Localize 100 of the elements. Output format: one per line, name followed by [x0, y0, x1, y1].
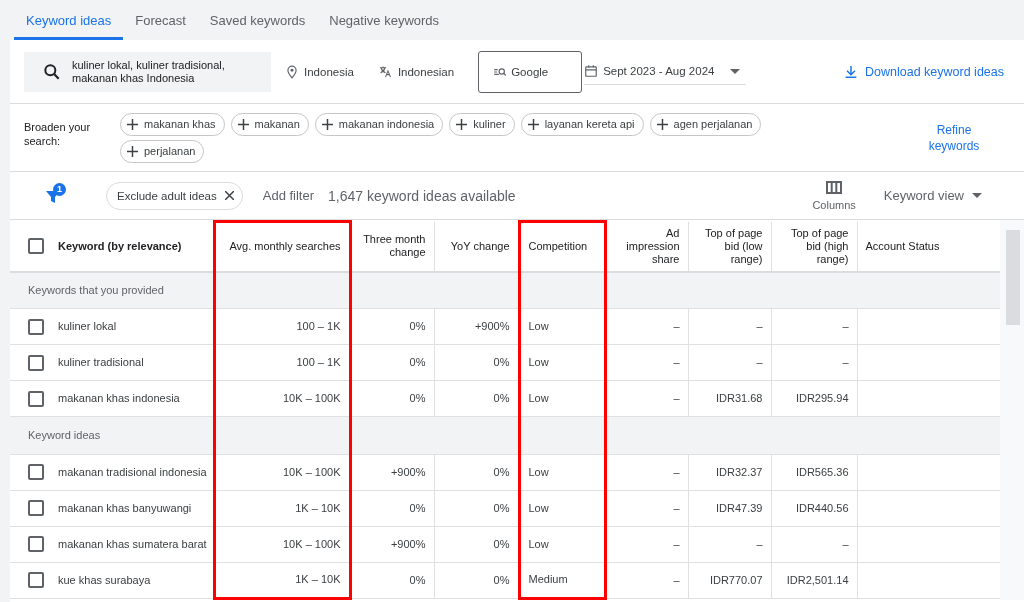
table-cell: IDR31.68: [716, 392, 763, 405]
filter-count-badge: 1: [53, 182, 66, 196]
column-header: Top of page bid (low range): [705, 226, 763, 265]
table-cell: IDR295.94: [795, 392, 849, 405]
plus-icon: [321, 118, 333, 130]
table-cell: IDR47.39: [716, 501, 763, 514]
table-cell: Low: [528, 501, 549, 514]
keyword-cell: kue khas surabaya: [58, 573, 151, 586]
row-checkbox[interactable]: [28, 318, 44, 335]
table-cell: 10K – 100K: [283, 537, 341, 550]
table-cell: –: [842, 537, 849, 550]
table-cell: –: [842, 356, 849, 369]
keyword-cell: kuliner lokal: [58, 320, 117, 333]
table-cell: 0%: [409, 573, 426, 586]
table-cell: Low: [528, 537, 549, 550]
plus-icon: [237, 118, 249, 130]
scrollbar[interactable]: [1000, 220, 1024, 600]
table-cell: –: [673, 501, 680, 514]
table-cell: 0%: [493, 501, 510, 514]
table-cell: 100 – 1K: [296, 320, 341, 333]
language-button[interactable]: Indonesian: [373, 64, 459, 79]
table-cell: IDR565.36: [795, 465, 849, 478]
plus-icon: [127, 145, 138, 157]
row-checkbox[interactable]: [28, 500, 44, 517]
column-header: Avg. monthly searches: [229, 240, 341, 253]
location-button[interactable]: Indonesia: [281, 64, 358, 79]
table-cell: –: [756, 356, 763, 369]
row-checkbox[interactable]: [28, 354, 44, 371]
add-filter-button[interactable]: Add filter: [256, 187, 321, 204]
calendar-icon: [584, 64, 599, 78]
keyword-cell: makanan tradisional indonesia: [58, 465, 207, 478]
dropdown-caret-icon: [730, 68, 741, 74]
table-cell: 0%: [409, 392, 426, 405]
search-icon: [42, 61, 62, 82]
table-cell: –: [673, 537, 680, 550]
row-checkbox[interactable]: [28, 390, 44, 407]
dropdown-caret-icon: [972, 193, 982, 198]
row-checkbox[interactable]: [28, 464, 44, 481]
column-header: Ad impression share: [626, 226, 680, 265]
keyword-cell: makanan khas sumatera barat: [58, 537, 207, 550]
column-header: Top of page bid (high range): [791, 226, 849, 265]
row-checkbox[interactable]: [28, 536, 44, 553]
group-label: Keyword ideas: [28, 428, 101, 441]
row-checkbox[interactable]: [28, 572, 44, 589]
broaden-label: Broaden your search:: [24, 119, 92, 148]
columns-icon: [826, 180, 843, 194]
download-button[interactable]: Download keyword ideas: [837, 62, 1010, 81]
table-cell: 1K – 10K: [295, 573, 341, 586]
table-cell: +900%: [474, 320, 510, 333]
plus-icon: [127, 118, 138, 130]
table-cell: 0%: [493, 392, 510, 405]
table-cell: –: [756, 537, 763, 550]
table-cell: 0%: [493, 537, 510, 550]
keyword-cell: makanan khas indonesia: [58, 392, 180, 405]
table-cell: 0%: [493, 465, 510, 478]
plus-icon: [456, 118, 468, 130]
table-cell: –: [673, 573, 680, 586]
location-pin-icon: [285, 64, 299, 79]
table-cell: Low: [528, 465, 549, 478]
column-header: YoY change: [450, 239, 510, 252]
column-header: Three month change: [363, 233, 426, 258]
table-cell: 10K – 100K: [283, 392, 341, 405]
columns-button[interactable]: Columns: [806, 179, 862, 212]
table-cell: IDR32.37: [716, 465, 763, 478]
translate-icon: [377, 64, 393, 79]
column-header: Keyword (by relevance): [58, 239, 182, 252]
network-button[interactable]: Google: [478, 50, 583, 93]
filter-button[interactable]: 1: [40, 182, 66, 209]
search-field[interactable]: kuliner lokal, kuliner tradisional, makanan khas Indonesia: [24, 51, 271, 92]
table-cell: 0%: [493, 573, 510, 586]
table-cell: –: [842, 320, 849, 333]
table-cell: 10K – 100K: [283, 465, 341, 478]
table-cell: 0%: [409, 501, 426, 514]
tab[interactable]: Forecast: [123, 0, 198, 40]
group-label: Keywords that you provided: [28, 283, 164, 296]
refine-keywords-link[interactable]: Refine keywords: [924, 121, 984, 154]
plus-icon: [527, 118, 539, 130]
view-dropdown[interactable]: Keyword view: [877, 187, 988, 204]
select-all-checkbox[interactable]: [28, 238, 44, 254]
table-cell: IDR2,501.14: [786, 573, 849, 586]
table-cell: –: [673, 320, 680, 333]
table-cell: 0%: [409, 320, 426, 333]
table-cell: –: [673, 465, 680, 478]
table-cell: Low: [528, 320, 549, 333]
keyword-cell: kuliner tradisional: [58, 356, 144, 369]
table-cell: 1K – 10K: [295, 501, 341, 514]
table-cell: 0%: [409, 356, 426, 369]
close-icon: [224, 191, 234, 200]
table-cell: –: [673, 356, 680, 369]
table-cell: –: [756, 320, 763, 333]
tab[interactable]: Saved keywords: [197, 0, 318, 40]
keyword-count: 1,647 keyword ideas available: [328, 187, 516, 204]
table-cell: Low: [528, 392, 549, 405]
date-range-dropdown[interactable]: Sept 2023 - Aug 2024: [584, 58, 747, 85]
table-cell: Low: [528, 356, 549, 369]
tab[interactable]: Negative keywords: [317, 0, 452, 40]
table-cell: +900%: [390, 537, 426, 550]
column-header: Competition: [528, 240, 588, 253]
keyword-cell: makanan khas banyuwangi: [58, 501, 192, 514]
plus-icon: [656, 118, 668, 130]
